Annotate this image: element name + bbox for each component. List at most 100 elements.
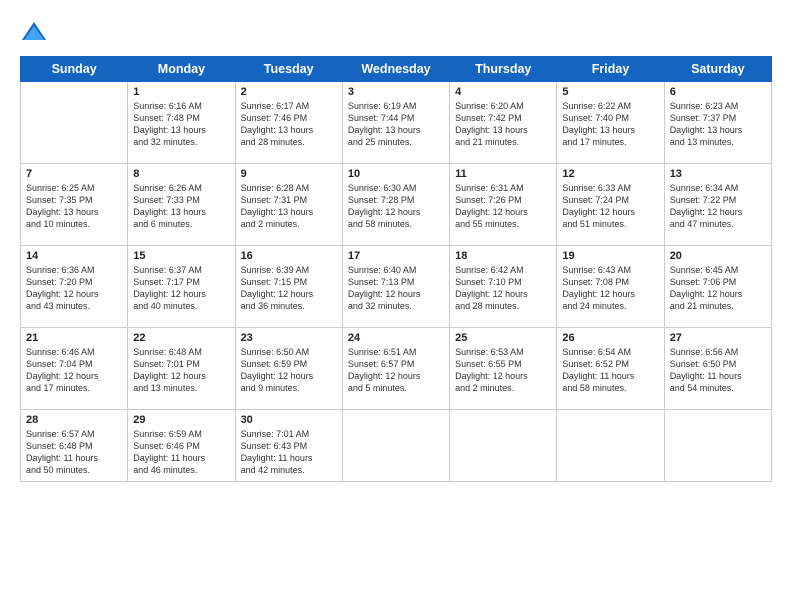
day-info: Sunrise: 6:39 AMSunset: 7:15 PMDaylight:… — [241, 264, 337, 313]
calendar-cell: 8 Sunrise: 6:26 AMSunset: 7:33 PMDaylight… — [128, 164, 235, 246]
calendar-cell: 19 Sunrise: 6:43 AMSunset: 7:08 PMDayligh… — [557, 246, 664, 328]
day-of-week-header: Friday — [557, 57, 664, 82]
day-of-week-header: Thursday — [450, 57, 557, 82]
calendar-cell: 20 Sunrise: 6:45 AMSunset: 7:06 PMDayligh… — [664, 246, 771, 328]
day-number: 9 — [241, 168, 337, 180]
calendar-week-row: 28 Sunrise: 6:57 AMSunset: 6:48 PMDayligh… — [21, 410, 772, 482]
days-of-week-row: SundayMondayTuesdayWednesdayThursdayFrid… — [21, 57, 772, 82]
day-info: Sunrise: 6:51 AMSunset: 6:57 PMDaylight:… — [348, 346, 444, 395]
day-number: 14 — [26, 250, 122, 262]
day-info: Sunrise: 7:01 AMSunset: 6:43 PMDaylight:… — [241, 428, 337, 477]
calendar-cell — [450, 410, 557, 482]
calendar-cell: 16 Sunrise: 6:39 AMSunset: 7:15 PMDayligh… — [235, 246, 342, 328]
day-info: Sunrise: 6:40 AMSunset: 7:13 PMDaylight:… — [348, 264, 444, 313]
calendar-cell — [557, 410, 664, 482]
day-info: Sunrise: 6:26 AMSunset: 7:33 PMDaylight:… — [133, 182, 229, 231]
day-info: Sunrise: 6:50 AMSunset: 6:59 PMDaylight:… — [241, 346, 337, 395]
calendar-cell: 17 Sunrise: 6:40 AMSunset: 7:13 PMDayligh… — [342, 246, 449, 328]
day-number: 20 — [670, 250, 766, 262]
calendar-cell: 13Sunrise: 6:34 AMSunset: 7:22 PMDayligh… — [664, 164, 771, 246]
calendar-cell — [664, 410, 771, 482]
day-info: Sunrise: 6:37 AMSunset: 7:17 PMDaylight:… — [133, 264, 229, 313]
calendar-week-row: 1 Sunrise: 6:16 AMSunset: 7:48 PMDaylight… — [21, 82, 772, 164]
day-number: 21 — [26, 332, 122, 344]
day-info: Sunrise: 6:25 AMSunset: 7:35 PMDaylight:… — [26, 182, 122, 231]
day-info: Sunrise: 6:30 AMSunset: 7:28 PMDaylight:… — [348, 182, 444, 231]
calendar-cell: 21 Sunrise: 6:46 AMSunset: 7:04 PMDayligh… — [21, 328, 128, 410]
calendar-cell: 4 Sunrise: 6:20 AMSunset: 7:42 PMDaylight… — [450, 82, 557, 164]
day-info: Sunrise: 6:57 AMSunset: 6:48 PMDaylight:… — [26, 428, 122, 477]
day-number: 27 — [670, 332, 766, 344]
day-number: 4 — [455, 86, 551, 98]
day-number: 28 — [26, 414, 122, 426]
day-info: Sunrise: 6:31 AMSunset: 7:26 PMDaylight:… — [455, 182, 551, 231]
logo — [20, 18, 52, 46]
day-of-week-header: Wednesday — [342, 57, 449, 82]
calendar-cell: 30 Sunrise: 7:01 AMSunset: 6:43 PMDayligh… — [235, 410, 342, 482]
day-of-week-header: Tuesday — [235, 57, 342, 82]
day-info: Sunrise: 6:16 AMSunset: 7:48 PMDaylight:… — [133, 100, 229, 149]
day-number: 3 — [348, 86, 444, 98]
day-number: 30 — [241, 414, 337, 426]
calendar-cell — [21, 82, 128, 164]
calendar-cell: 3Sunrise: 6:19 AMSunset: 7:44 PMDaylight… — [342, 82, 449, 164]
calendar-cell: 14 Sunrise: 6:36 AMSunset: 7:20 PMDayligh… — [21, 246, 128, 328]
day-number: 7 — [26, 168, 122, 180]
calendar-cell: 7 Sunrise: 6:25 AMSunset: 7:35 PMDaylight… — [21, 164, 128, 246]
day-info: Sunrise: 6:46 AMSunset: 7:04 PMDaylight:… — [26, 346, 122, 395]
day-number: 8 — [133, 168, 229, 180]
day-info: Sunrise: 6:36 AMSunset: 7:20 PMDaylight:… — [26, 264, 122, 313]
day-number: 19 — [562, 250, 658, 262]
calendar-cell: 12Sunrise: 6:33 AMSunset: 7:24 PMDayligh… — [557, 164, 664, 246]
day-info: Sunrise: 6:42 AMSunset: 7:10 PMDaylight:… — [455, 264, 551, 313]
page: SundayMondayTuesdayWednesdayThursdayFrid… — [0, 0, 792, 612]
day-number: 1 — [133, 86, 229, 98]
calendar-cell — [342, 410, 449, 482]
calendar-cell: 2 Sunrise: 6:17 AMSunset: 7:46 PMDaylight… — [235, 82, 342, 164]
calendar-cell: 15Sunrise: 6:37 AMSunset: 7:17 PMDayligh… — [128, 246, 235, 328]
calendar-cell: 18 Sunrise: 6:42 AMSunset: 7:10 PMDayligh… — [450, 246, 557, 328]
day-number: 16 — [241, 250, 337, 262]
day-info: Sunrise: 6:48 AMSunset: 7:01 PMDaylight:… — [133, 346, 229, 395]
day-info: Sunrise: 6:54 AMSunset: 6:52 PMDaylight:… — [562, 346, 658, 395]
day-number: 23 — [241, 332, 337, 344]
calendar-week-row: 21 Sunrise: 6:46 AMSunset: 7:04 PMDayligh… — [21, 328, 772, 410]
day-of-week-header: Sunday — [21, 57, 128, 82]
calendar-week-row: 7 Sunrise: 6:25 AMSunset: 7:35 PMDaylight… — [21, 164, 772, 246]
day-info: Sunrise: 6:17 AMSunset: 7:46 PMDaylight:… — [241, 100, 337, 149]
calendar-cell: 22 Sunrise: 6:48 AMSunset: 7:01 PMDayligh… — [128, 328, 235, 410]
day-number: 26 — [562, 332, 658, 344]
day-info: Sunrise: 6:45 AMSunset: 7:06 PMDaylight:… — [670, 264, 766, 313]
day-info: Sunrise: 6:43 AMSunset: 7:08 PMDaylight:… — [562, 264, 658, 313]
calendar-cell: 24 Sunrise: 6:51 AMSunset: 6:57 PMDayligh… — [342, 328, 449, 410]
day-info: Sunrise: 6:20 AMSunset: 7:42 PMDaylight:… — [455, 100, 551, 149]
day-number: 25 — [455, 332, 551, 344]
calendar-cell: 29 Sunrise: 6:59 AMSunset: 6:46 PMDayligh… — [128, 410, 235, 482]
day-info: Sunrise: 6:22 AMSunset: 7:40 PMDaylight:… — [562, 100, 658, 149]
day-number: 5 — [562, 86, 658, 98]
day-number: 18 — [455, 250, 551, 262]
day-number: 13 — [670, 168, 766, 180]
calendar-cell: 6Sunrise: 6:23 AMSunset: 7:37 PMDaylight… — [664, 82, 771, 164]
day-number: 29 — [133, 414, 229, 426]
calendar-cell: 25 Sunrise: 6:53 AMSunset: 6:55 PMDayligh… — [450, 328, 557, 410]
header — [20, 18, 772, 46]
day-number: 2 — [241, 86, 337, 98]
day-number: 11 — [455, 168, 551, 180]
calendar-week-row: 14 Sunrise: 6:36 AMSunset: 7:20 PMDayligh… — [21, 246, 772, 328]
day-info: Sunrise: 6:33 AMSunset: 7:24 PMDaylight:… — [562, 182, 658, 231]
calendar-cell: 27Sunrise: 6:56 AMSunset: 6:50 PMDayligh… — [664, 328, 771, 410]
logo-icon — [20, 18, 48, 46]
calendar-cell: 10 Sunrise: 6:30 AMSunset: 7:28 PMDayligh… — [342, 164, 449, 246]
day-number: 24 — [348, 332, 444, 344]
day-info: Sunrise: 6:53 AMSunset: 6:55 PMDaylight:… — [455, 346, 551, 395]
calendar-cell: 23 Sunrise: 6:50 AMSunset: 6:59 PMDayligh… — [235, 328, 342, 410]
day-number: 22 — [133, 332, 229, 344]
calendar: SundayMondayTuesdayWednesdayThursdayFrid… — [20, 56, 772, 482]
calendar-cell: 11 Sunrise: 6:31 AMSunset: 7:26 PMDayligh… — [450, 164, 557, 246]
day-info: Sunrise: 6:59 AMSunset: 6:46 PMDaylight:… — [133, 428, 229, 477]
calendar-header: SundayMondayTuesdayWednesdayThursdayFrid… — [21, 57, 772, 82]
day-number: 17 — [348, 250, 444, 262]
day-number: 10 — [348, 168, 444, 180]
calendar-cell: 1 Sunrise: 6:16 AMSunset: 7:48 PMDaylight… — [128, 82, 235, 164]
